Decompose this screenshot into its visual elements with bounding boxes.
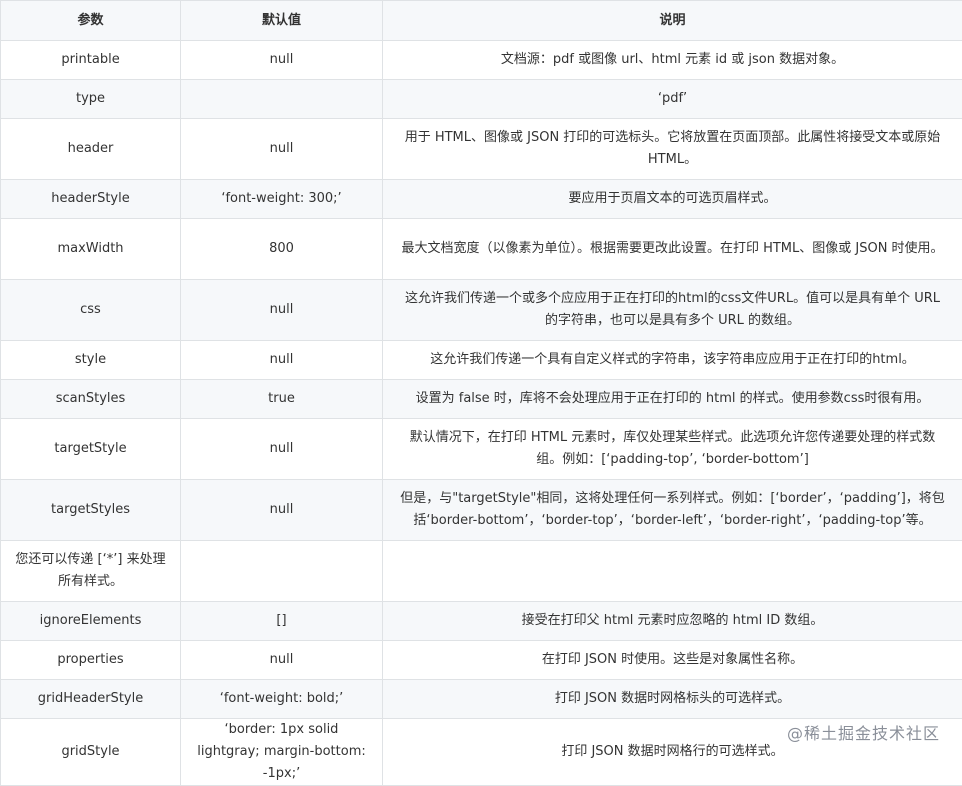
param-cell: properties <box>1 641 181 680</box>
desc-cell <box>383 541 962 602</box>
desc-cell: 要应用于页眉文本的可选页眉样式。 <box>383 180 962 219</box>
watermark: @稀土掘金技术社区 <box>787 720 940 744</box>
default-cell: null <box>181 341 383 380</box>
desc-cell: 打印 JSON 数据时网格标头的可选样式。 <box>383 680 962 719</box>
param-cell: targetStyle <box>1 419 181 480</box>
params-table: 参数 默认值 说明 printable null 文档源：pdf 或图像 url… <box>0 0 962 786</box>
table-row: ignoreElements [] 接受在打印父 html 元素时应忽略的 ht… <box>1 602 962 641</box>
table-row: style null 这允许我们传递一个具有自定义样式的字符串，该字符串应应用于… <box>1 341 962 380</box>
param-cell: ignoreElements <box>1 602 181 641</box>
default-cell <box>181 541 383 602</box>
default-cell: null <box>181 641 383 680</box>
desc-cell: 默认情况下，在打印 HTML 元素时，库仅处理某些样式。此选项允许您传递要处理的… <box>383 419 962 480</box>
param-cell: gridStyle <box>1 719 181 786</box>
header-desc: 说明 <box>383 1 962 41</box>
header-param: 参数 <box>1 1 181 41</box>
desc-cell: 设置为 false 时，库将不会处理应用于正在打印的 html 的样式。使用参数… <box>383 380 962 419</box>
table-header-row: 参数 默认值 说明 <box>1 1 962 41</box>
table-row: header null 用于 HTML、图像或 JSON 打印的可选标头。它将放… <box>1 119 962 180</box>
default-cell: ‘font-weight: bold;’ <box>181 680 383 719</box>
param-cell: type <box>1 80 181 119</box>
desc-cell: ‘pdf’ <box>383 80 962 119</box>
param-cell: style <box>1 341 181 380</box>
default-cell: [] <box>181 602 383 641</box>
default-cell: null <box>181 480 383 541</box>
param-cell: scanStyles <box>1 380 181 419</box>
table-row: maxWidth 800 最大文档宽度（以像素为单位）。根据需要更改此设置。在打… <box>1 219 962 280</box>
header-default: 默认值 <box>181 1 383 41</box>
default-cell: true <box>181 380 383 419</box>
default-cell: null <box>181 119 383 180</box>
default-cell: null <box>181 41 383 80</box>
default-cell: null <box>181 280 383 341</box>
table-row: targetStyles null 但是，与"targetStyle"相同，这将… <box>1 480 962 541</box>
param-cell: header <box>1 119 181 180</box>
desc-cell: 文档源：pdf 或图像 url、html 元素 id 或 json 数据对象。 <box>383 41 962 80</box>
table-row: gridHeaderStyle ‘font-weight: bold;’ 打印 … <box>1 680 962 719</box>
param-cell: gridHeaderStyle <box>1 680 181 719</box>
table-row: targetStyle null 默认情况下，在打印 HTML 元素时，库仅处理… <box>1 419 962 480</box>
table-row: type ‘pdf’ <box>1 80 962 119</box>
table-row: scanStyles true 设置为 false 时，库将不会处理应用于正在打… <box>1 380 962 419</box>
table-row: headerStyle ‘font-weight: 300;’ 要应用于页眉文本… <box>1 180 962 219</box>
param-cell: 您还可以传递 [‘*’] 来处理所有样式。 <box>1 541 181 602</box>
default-cell: ‘font-weight: 300;’ <box>181 180 383 219</box>
table-row: printable null 文档源：pdf 或图像 url、html 元素 i… <box>1 41 962 80</box>
param-cell: css <box>1 280 181 341</box>
desc-cell: 这允许我们传递一个具有自定义样式的字符串，该字符串应应用于正在打印的html。 <box>383 341 962 380</box>
desc-cell: 最大文档宽度（以像素为单位）。根据需要更改此设置。在打印 HTML、图像或 JS… <box>383 219 962 280</box>
default-cell <box>181 80 383 119</box>
default-cell: 800 <box>181 219 383 280</box>
desc-cell: 接受在打印父 html 元素时应忽略的 html ID 数组。 <box>383 602 962 641</box>
desc-cell: 用于 HTML、图像或 JSON 打印的可选标头。它将放置在页面顶部。此属性将接… <box>383 119 962 180</box>
default-cell: ‘border: 1px solid lightgray; margin-bot… <box>181 719 383 786</box>
param-cell: printable <box>1 41 181 80</box>
table-row: css null 这允许我们传递一个或多个应应用于正在打印的html的css文件… <box>1 280 962 341</box>
param-cell: targetStyles <box>1 480 181 541</box>
desc-cell: 但是，与"targetStyle"相同，这将处理任何一系列样式。例如：[‘bor… <box>383 480 962 541</box>
table-row: 您还可以传递 [‘*’] 来处理所有样式。 <box>1 541 962 602</box>
table-row: properties null 在打印 JSON 时使用。这些是对象属性名称。 <box>1 641 962 680</box>
desc-cell: 在打印 JSON 时使用。这些是对象属性名称。 <box>383 641 962 680</box>
desc-cell: 这允许我们传递一个或多个应应用于正在打印的html的css文件URL。值可以是具… <box>383 280 962 341</box>
param-cell: maxWidth <box>1 219 181 280</box>
param-cell: headerStyle <box>1 180 181 219</box>
default-cell: null <box>181 419 383 480</box>
